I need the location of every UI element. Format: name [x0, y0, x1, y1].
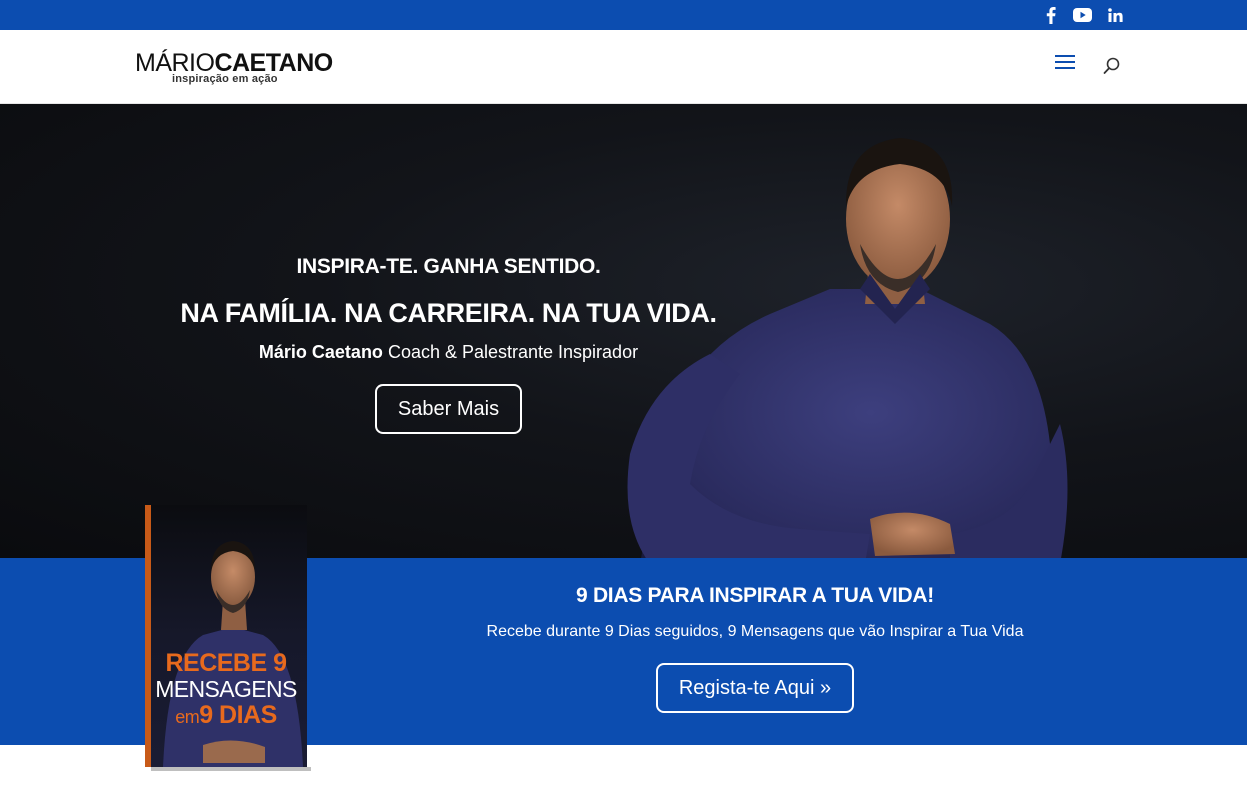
logo-tagline: inspiração em ação	[172, 73, 278, 85]
book-title-line1: RECEBE 9	[165, 649, 287, 677]
hero-byline-name: Mário Caetano	[258, 342, 383, 362]
book-title-line3: em9 DIAS	[175, 701, 277, 729]
band-title: 9 DIAS PARA INSPIRAR A TUA VIDA!	[576, 584, 934, 607]
search-icon[interactable]	[1102, 56, 1122, 76]
book-title-line2: MENSAGENS	[155, 676, 297, 702]
saber-mais-button[interactable]: Saber Mais	[375, 384, 522, 434]
youtube-icon[interactable]	[1072, 6, 1092, 24]
hero-subheadline: NA FAMÍLIA. NA CARREIRA. NA TUA VIDA.	[180, 298, 717, 328]
hero-byline-role: Coach & Palestrante Inspirador	[382, 342, 639, 362]
site-logo[interactable]: MÁRIOCAETANO inspiração em ação	[135, 50, 333, 90]
top-bar	[0, 0, 1247, 30]
hamburger-menu-icon[interactable]	[1055, 55, 1075, 71]
band-subtitle: Recebe durante 9 Dias seguidos, 9 Mensag…	[486, 623, 1024, 640]
hero-text: INSPIRA-TE. GANHA SENTIDO. NA FAMÍLIA. N…	[150, 252, 747, 365]
facebook-icon[interactable]	[1043, 6, 1059, 24]
register-button[interactable]: Regista-te Aqui »	[656, 663, 854, 713]
ebook-cover-image: RECEBE 9 MENSAGENS em9 DIAS	[143, 505, 311, 771]
hero-headline: INSPIRA-TE. GANHA SENTIDO.	[296, 255, 601, 278]
hero-section: INSPIRA-TE. GANHA SENTIDO. NA FAMÍLIA. N…	[0, 104, 1247, 558]
hero-byline: Mário Caetano Coach & Palestrante Inspir…	[150, 339, 747, 365]
linkedin-icon[interactable]	[1106, 6, 1124, 24]
